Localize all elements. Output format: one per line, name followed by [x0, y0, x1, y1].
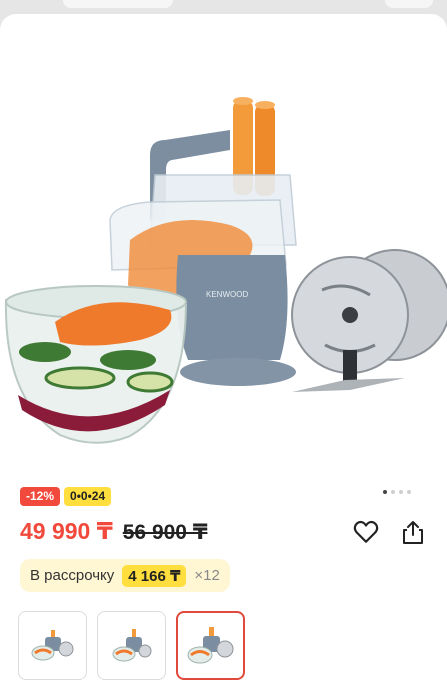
share-icon[interactable]	[399, 518, 427, 546]
installment-amount: 4 166 ₸	[122, 564, 187, 587]
thumbnail-3[interactable]	[176, 611, 245, 680]
top-bar-element	[63, 0, 173, 8]
price-row: 49 990 ₸ 56 900 ₸	[20, 518, 207, 545]
current-price: 49 990 ₸	[20, 518, 113, 544]
installment-label: В рассрочку	[30, 567, 115, 584]
pagination-dot[interactable]	[407, 490, 411, 494]
top-bar-element	[385, 0, 433, 8]
pagination-dot-active[interactable]	[383, 490, 387, 494]
discount-badge: -12%	[20, 487, 61, 506]
heart-icon[interactable]	[352, 518, 380, 546]
product-image[interactable]: KENWOOD	[0, 60, 447, 460]
installment-offer[interactable]: В рассрочку 4 166 ₸ ×12	[20, 559, 230, 592]
thumbnail-2[interactable]	[97, 611, 166, 680]
badges: -12% 0•0•24	[20, 487, 112, 506]
thumbnail-1[interactable]	[18, 611, 87, 680]
thumbnail-strip	[18, 611, 245, 680]
brand-logo: KENWOOD	[206, 290, 248, 299]
pagination-dot[interactable]	[399, 490, 403, 494]
gallery-pagination	[383, 490, 411, 494]
pagination-dot[interactable]	[391, 490, 395, 494]
background-strip	[0, 0, 447, 14]
old-price: 56 900 ₸	[122, 521, 208, 544]
installment-badge: 0•0•24	[64, 487, 112, 506]
installment-times: ×12	[194, 567, 220, 584]
